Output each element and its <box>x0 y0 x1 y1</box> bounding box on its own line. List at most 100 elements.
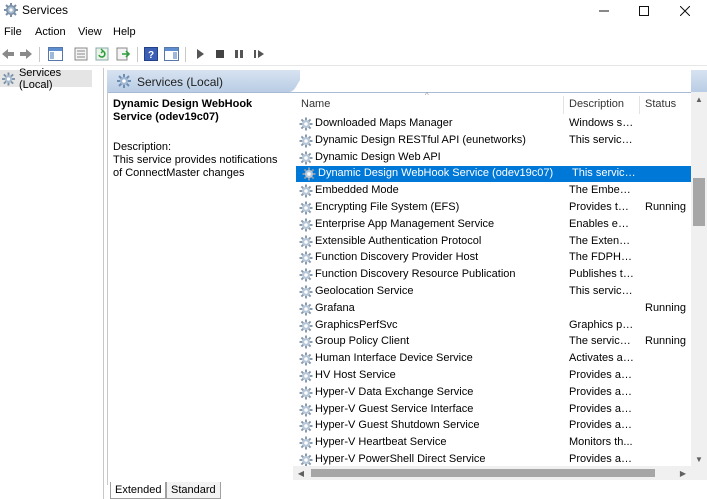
horizontal-scrollbar[interactable]: ◀ ▶ <box>293 466 691 480</box>
service-gear-icon <box>299 218 313 232</box>
service-description: Provides an i... <box>569 402 635 415</box>
back-arrow-icon <box>2 49 14 59</box>
service-row[interactable]: Group Policy Client The service i... Runni… <box>293 334 691 350</box>
service-name: Grafana <box>315 301 355 314</box>
service-name: Encrypting File System (EFS) <box>315 201 460 213</box>
vertical-scrollbar[interactable]: ▲ ▼ <box>691 92 707 466</box>
service-row[interactable]: Hyper-V Guest Service Interface Provides … <box>293 402 691 418</box>
service-gear-icon <box>299 184 313 198</box>
service-row[interactable]: HV Host Service Provides an i... <box>293 368 691 384</box>
view-tabs: Extended Standard <box>107 482 407 499</box>
forward-button[interactable] <box>18 46 34 62</box>
service-row[interactable]: Dynamic Design RESTful API (eunetworks) T… <box>293 133 691 149</box>
service-row[interactable]: Human Interface Device Service Activates … <box>293 351 691 367</box>
tab-extended[interactable]: Extended <box>110 482 167 499</box>
service-row[interactable]: Hyper-V Heartbeat Service Monitors th... <box>293 435 691 451</box>
start-service-button[interactable] <box>192 46 208 62</box>
pane-title: Services (Local) <box>137 75 224 89</box>
service-name: Extensible Authentication Protocol <box>315 234 482 247</box>
export-list-icon <box>116 47 130 61</box>
tree-item-label: Services (Local) <box>18 66 62 91</box>
service-row[interactable]: Encrypting File System (EFS) Provides the… <box>293 200 691 216</box>
back-button[interactable] <box>0 46 16 62</box>
vertical-scroll-thumb[interactable] <box>693 178 705 226</box>
service-row[interactable]: Function Discovery Resource Publication P… <box>293 267 691 283</box>
service-row[interactable]: Downloaded Maps Manager Windows ser... <box>293 116 691 132</box>
service-row[interactable]: Enterprise App Management Service Enables… <box>293 217 691 233</box>
service-row[interactable]: Geolocation Service This service ... <box>293 284 691 300</box>
menu-action[interactable]: Action <box>35 26 66 38</box>
show-action-pane-button[interactable] <box>163 46 179 62</box>
service-status: Running <box>645 301 686 314</box>
service-gear-icon <box>299 369 313 383</box>
scroll-up-icon[interactable]: ▲ <box>691 92 707 106</box>
service-row[interactable]: Dynamic Design Web API <box>293 150 691 166</box>
service-gear-icon <box>299 302 313 316</box>
stop-service-button[interactable] <box>212 46 228 62</box>
service-row[interactable]: Dynamic Design WebHook Service (odev19c0… <box>296 166 691 183</box>
tab-standard[interactable]: Standard <box>166 482 221 499</box>
column-header-description[interactable]: Description <box>569 92 624 116</box>
console-tree: Services (Local) <box>0 67 104 499</box>
horizontal-scroll-thumb[interactable] <box>311 469 655 477</box>
close-button[interactable] <box>663 0 707 22</box>
column-divider[interactable] <box>563 96 564 114</box>
service-description: Publishes thi... <box>569 268 635 281</box>
title-bar: Services <box>0 0 707 22</box>
column-header-status[interactable]: Status <box>645 92 676 116</box>
export-list-button[interactable] <box>115 46 131 62</box>
service-row[interactable]: Grafana Running <box>293 301 691 317</box>
service-gear-icon <box>299 419 313 433</box>
scroll-right-icon[interactable]: ▶ <box>675 466 691 480</box>
service-row[interactable]: Extensible Authentication Protocol The Ex… <box>293 234 691 250</box>
service-row[interactable]: GraphicsPerfSvc Graphics per... <box>293 318 691 334</box>
service-name: Geolocation Service <box>315 285 414 297</box>
service-row[interactable]: Hyper-V PowerShell Direct Service Provide… <box>293 452 691 466</box>
menu-help[interactable]: Help <box>113 26 136 38</box>
properties-button[interactable] <box>73 46 89 62</box>
service-status: Running <box>645 201 686 213</box>
service-gear-icon <box>299 251 313 265</box>
minimize-button[interactable] <box>582 0 626 22</box>
sort-ascending-icon: ^ <box>425 92 429 100</box>
maximize-button[interactable] <box>622 0 666 22</box>
help-icon: ? <box>144 47 158 61</box>
tree-item-services-local[interactable]: Services (Local) <box>0 67 92 91</box>
restart-service-button[interactable] <box>251 46 267 62</box>
maximize-icon <box>639 6 649 16</box>
column-divider[interactable] <box>639 96 640 114</box>
service-name: HV Host Service <box>315 369 396 381</box>
refresh-button[interactable] <box>94 46 110 62</box>
service-description: This service ... <box>572 167 638 180</box>
service-row[interactable]: Hyper-V Guest Shutdown Service Provides a… <box>293 418 691 434</box>
menu-view[interactable]: View <box>78 26 102 38</box>
service-name: Downloaded Maps Manager <box>315 117 453 129</box>
menu-file[interactable]: File <box>4 26 22 38</box>
column-header-name[interactable]: Name <box>301 92 330 116</box>
help-button[interactable]: ? <box>143 46 159 62</box>
console-tree-icon <box>47 47 63 61</box>
pause-service-button[interactable] <box>231 46 247 62</box>
service-name: Hyper-V Data Exchange Service <box>315 385 474 398</box>
service-name: Hyper-V Guest Shutdown Service <box>315 419 480 432</box>
forward-arrow-icon <box>20 49 32 59</box>
service-description: The Embedd... <box>569 184 635 197</box>
minimize-icon <box>599 10 609 12</box>
restart-icon <box>254 50 264 58</box>
service-name: Dynamic Design RESTful API (eunetworks) <box>315 133 526 146</box>
services-list: ^ Name Description Status Downloaded Map… <box>293 92 707 466</box>
scroll-left-icon[interactable]: ◀ <box>293 466 309 480</box>
window-title: Services <box>22 3 69 17</box>
service-row[interactable]: Hyper-V Data Exchange Service Provides a … <box>293 385 691 401</box>
refresh-icon <box>95 47 109 61</box>
scroll-down-icon[interactable]: ▼ <box>691 452 707 466</box>
service-row[interactable]: Embedded Mode The Embedd... <box>293 183 691 199</box>
show-hide-console-tree-button[interactable] <box>47 46 63 62</box>
action-pane-icon <box>163 47 179 61</box>
play-icon <box>197 49 204 59</box>
service-description: Graphics per... <box>569 318 635 331</box>
scroll-corner <box>691 466 707 480</box>
service-detail-pane: Dynamic Design WebHook Service (odev19c0… <box>107 92 290 485</box>
service-gear-icon <box>299 151 313 165</box>
service-row[interactable]: Function Discovery Provider Host The FDPH… <box>293 250 691 266</box>
